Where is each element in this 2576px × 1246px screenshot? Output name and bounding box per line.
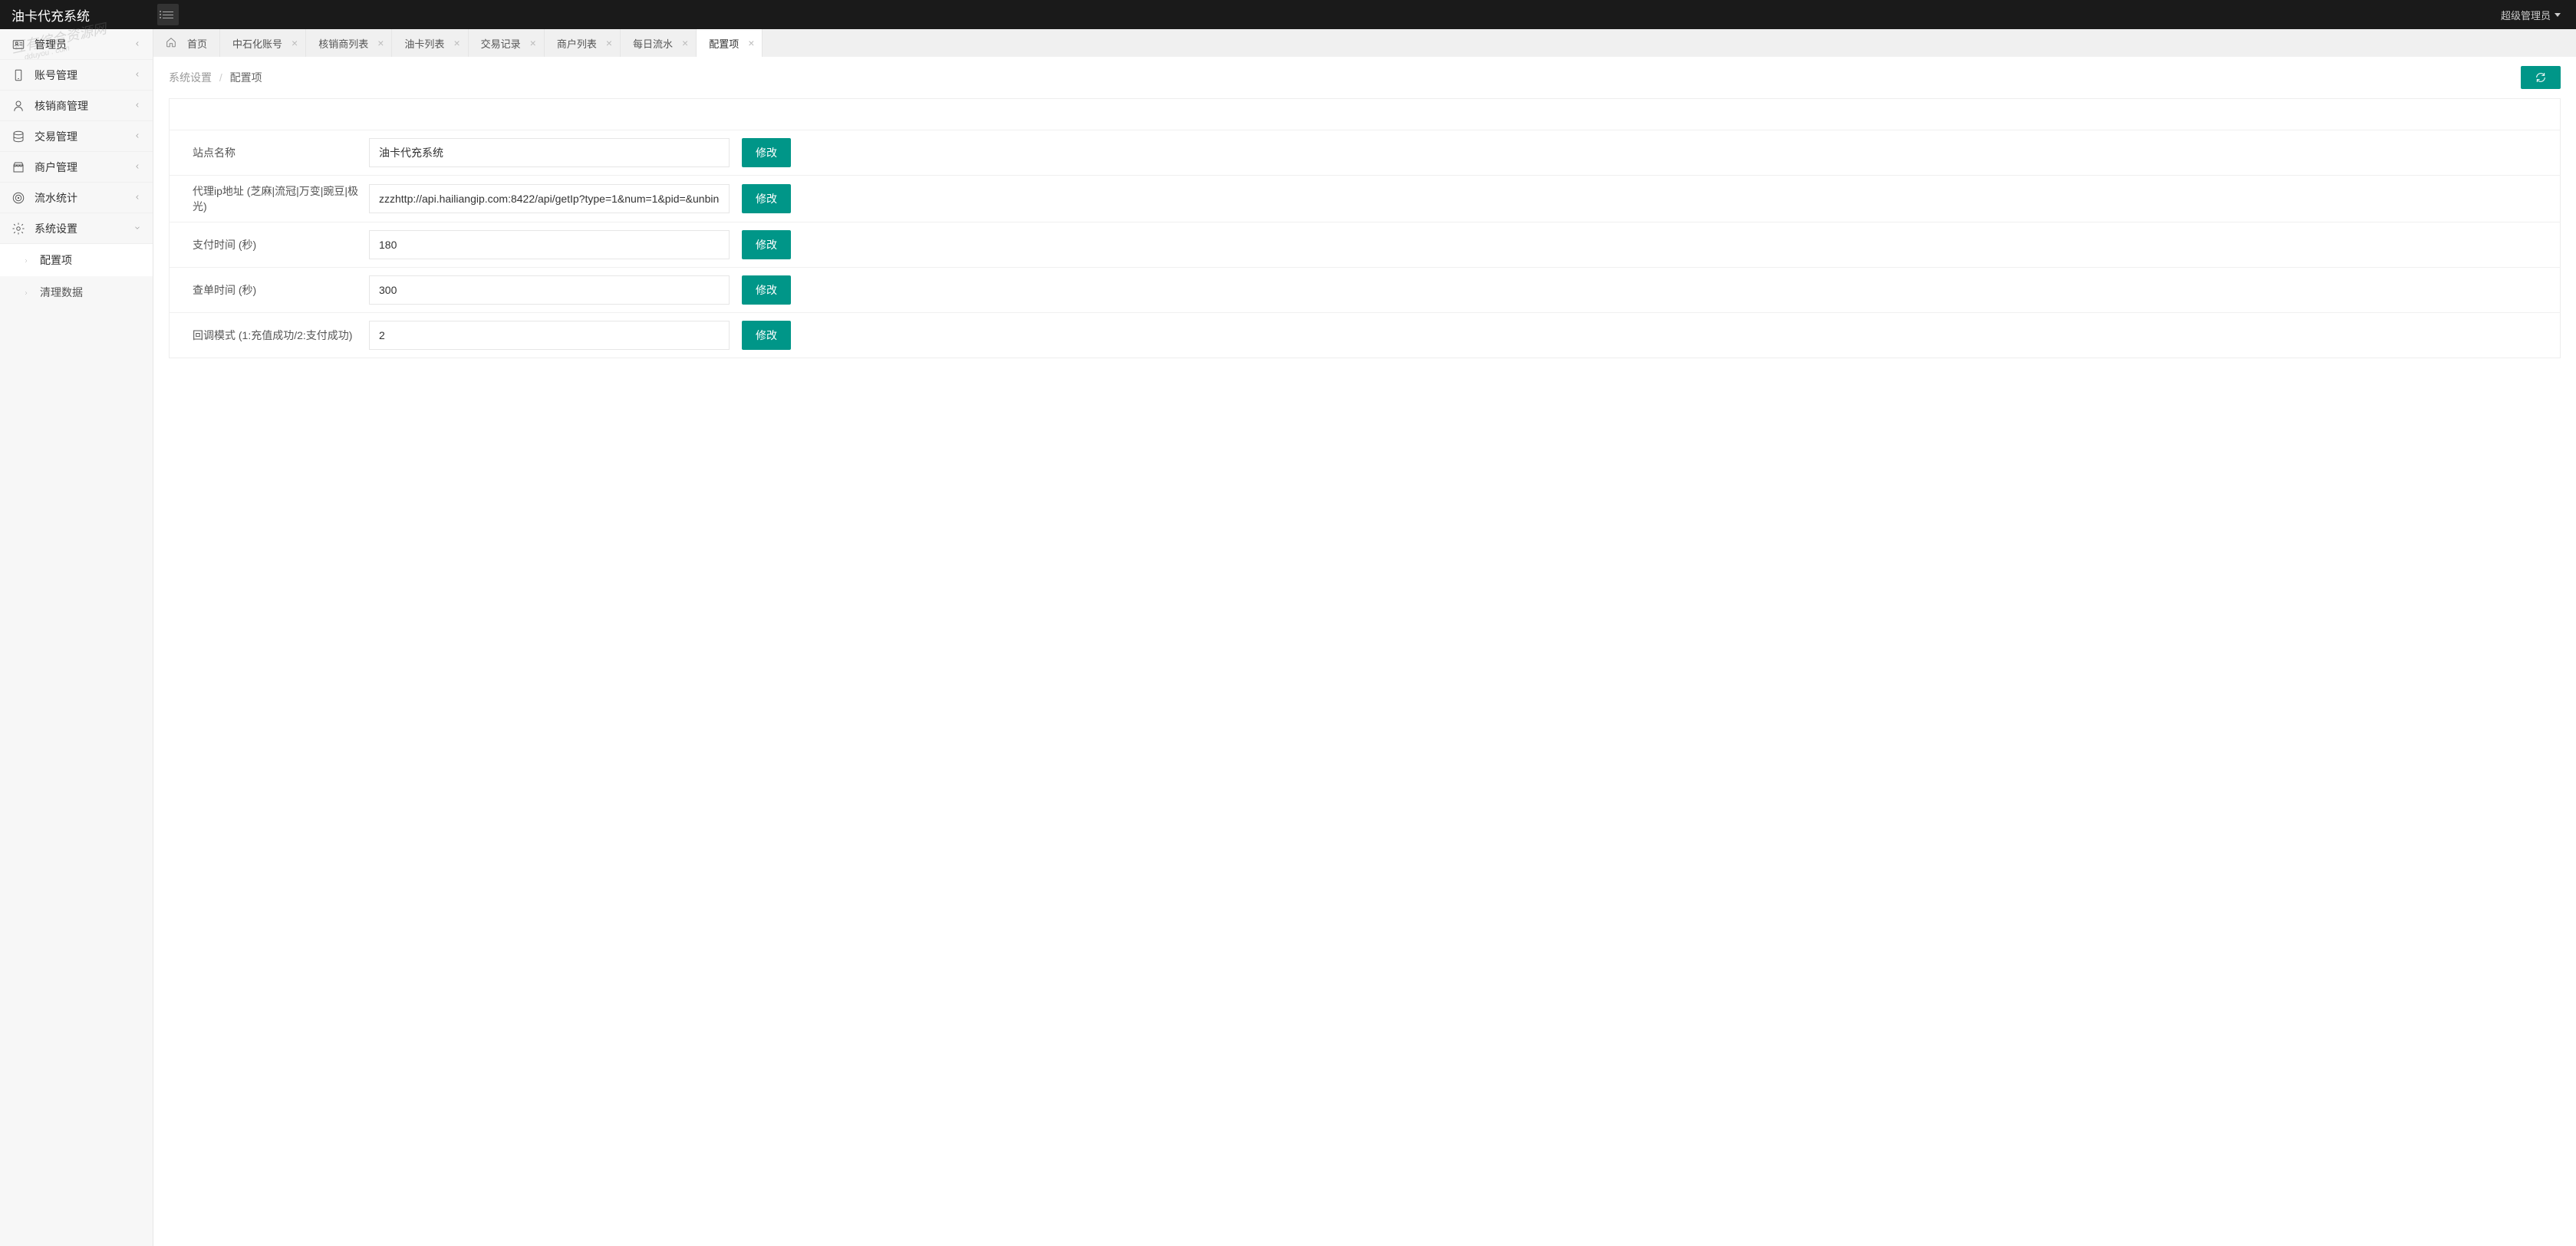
id-card-icon — [12, 38, 25, 51]
chevron-right-icon — [23, 254, 29, 266]
caret-down-icon — [2555, 13, 2561, 17]
chevron-icon — [133, 162, 141, 173]
sidebar-item-label: 管理员 — [35, 37, 133, 52]
chevron-icon — [133, 131, 141, 142]
form-row-1: 代理ip地址 (芝麻|流冠|万变|豌豆|极光) 修改 — [170, 175, 2560, 222]
menu-icon — [163, 12, 173, 18]
target-icon — [12, 191, 25, 205]
user-icon — [12, 99, 25, 113]
modify-button[interactable]: 修改 — [742, 275, 791, 305]
sidebar-item-label: 账号管理 — [35, 68, 133, 83]
sidebar-subitem-0[interactable]: 配置项 — [0, 244, 153, 276]
sidebar-item-label: 系统设置 — [35, 221, 133, 236]
modify-button[interactable]: 修改 — [742, 321, 791, 350]
user-label: 超级管理员 — [2501, 8, 2551, 22]
form-input-2[interactable] — [369, 230, 730, 259]
modify-button[interactable]: 修改 — [742, 184, 791, 213]
merchant-icon — [12, 160, 25, 174]
tab-4[interactable]: 交易记录 × — [469, 29, 545, 57]
form-input-0[interactable] — [369, 138, 730, 167]
gear-icon — [12, 222, 25, 236]
sidebar-item-5[interactable]: 流水统计 — [0, 183, 153, 213]
form-input-3[interactable] — [369, 275, 730, 305]
tab-close-button[interactable]: × — [376, 38, 385, 48]
breadcrumb-parent[interactable]: 系统设置 — [169, 71, 212, 84]
modify-button[interactable]: 修改 — [742, 230, 791, 259]
content: 系统设置 / 配置项 站点名称修改代理ip地址 (芝麻|流冠|万变|豌豆|极光)… — [153, 57, 2576, 1246]
sidebar-subitem-label: 配置项 — [40, 252, 72, 268]
refresh-icon — [2535, 71, 2547, 84]
tab-1[interactable]: 中石化账号 × — [220, 29, 306, 57]
chevron-right-icon — [23, 286, 29, 298]
chevron-icon — [133, 101, 141, 111]
modify-button[interactable]: 修改 — [742, 138, 791, 167]
tab-label: 核销商列表 — [318, 36, 368, 51]
chevron-icon — [133, 70, 141, 81]
form-label: 查单时间 (秒) — [170, 282, 369, 298]
form-row-2: 支付时间 (秒) 修改 — [170, 222, 2560, 267]
menu-toggle-button[interactable] — [157, 4, 179, 25]
form-input-4[interactable] — [369, 321, 730, 350]
form-label: 回调模式 (1:充值成功/2:支付成功) — [170, 328, 369, 343]
tab-close-button[interactable]: × — [290, 38, 299, 48]
tab-close-button[interactable]: × — [604, 38, 614, 48]
form-label: 站点名称 — [170, 145, 369, 160]
tab-label: 首页 — [187, 36, 207, 51]
form-panel: 站点名称修改代理ip地址 (芝麻|流冠|万变|豌豆|极光)修改支付时间 (秒)修… — [169, 98, 2561, 358]
tab-close-button[interactable]: × — [529, 38, 538, 48]
database-icon — [12, 130, 25, 143]
sidebar-item-label: 流水统计 — [35, 190, 133, 206]
container: 管理员账号管理核销商管理交易管理商户管理流水统计系统设置配置项清理数据 首页中石… — [0, 29, 2576, 1246]
sidebar-item-4[interactable]: 商户管理 — [0, 152, 153, 183]
breadcrumb-separator: / — [219, 71, 222, 84]
form-label: 代理ip地址 (芝麻|流冠|万变|豌豆|极光) — [170, 183, 369, 214]
form-row-0: 站点名称 修改 — [170, 130, 2560, 175]
chevron-icon — [133, 193, 141, 203]
sidebar-item-6[interactable]: 系统设置 — [0, 213, 153, 244]
sidebar: 管理员账号管理核销商管理交易管理商户管理流水统计系统设置配置项清理数据 — [0, 29, 153, 1246]
sidebar-item-0[interactable]: 管理员 — [0, 29, 153, 60]
tab-7[interactable]: 配置项 × — [697, 29, 763, 57]
app-title: 油卡代充系统 — [12, 5, 90, 25]
tab-close-button[interactable]: × — [680, 38, 690, 48]
chevron-icon — [133, 39, 141, 50]
tab-0[interactable]: 首页 — [153, 29, 220, 57]
tab-close-button[interactable]: × — [452, 38, 461, 48]
form-row-3: 查单时间 (秒) 修改 — [170, 267, 2560, 312]
sidebar-item-3[interactable]: 交易管理 — [0, 121, 153, 152]
tab-label: 配置项 — [709, 36, 739, 51]
form-label: 支付时间 (秒) — [170, 237, 369, 252]
phone-icon — [12, 68, 25, 82]
sidebar-subitem-label: 清理数据 — [40, 285, 83, 300]
tab-6[interactable]: 每日流水 × — [621, 29, 697, 57]
breadcrumb-bar: 系统设置 / 配置项 — [153, 57, 2576, 98]
tab-label: 交易记录 — [481, 36, 521, 51]
tab-close-button[interactable]: × — [746, 38, 756, 48]
sidebar-item-1[interactable]: 账号管理 — [0, 60, 153, 91]
home-icon — [166, 37, 180, 50]
form-input-1[interactable] — [369, 184, 730, 213]
tab-label: 商户列表 — [557, 36, 597, 51]
tab-label: 每日流水 — [633, 36, 673, 51]
tab-label: 中石化账号 — [232, 36, 282, 51]
sidebar-item-label: 商户管理 — [35, 160, 133, 175]
main: 首页 中石化账号 × 核销商列表 × 油卡列表 × 交易记录 × 商户列表 × 每日流水 × 配置项 × 系… — [153, 29, 2576, 1246]
breadcrumb-current: 配置项 — [230, 71, 262, 84]
sidebar-item-label: 核销商管理 — [35, 98, 133, 114]
user-menu[interactable]: 超级管理员 — [2501, 8, 2561, 22]
sidebar-item-2[interactable]: 核销商管理 — [0, 91, 153, 121]
refresh-button[interactable] — [2521, 66, 2561, 89]
form-row-4: 回调模式 (1:充值成功/2:支付成功) 修改 — [170, 312, 2560, 358]
header: 油卡代充系统 超级管理员 — [0, 0, 2576, 29]
tab-3[interactable]: 油卡列表 × — [392, 29, 468, 57]
tab-5[interactable]: 商户列表 × — [545, 29, 621, 57]
sidebar-subitem-1[interactable]: 清理数据 — [0, 276, 153, 308]
header-left: 油卡代充系统 — [12, 4, 179, 25]
tab-2[interactable]: 核销商列表 × — [306, 29, 392, 57]
chevron-icon — [133, 223, 141, 234]
tab-label: 油卡列表 — [404, 36, 444, 51]
breadcrumb: 系统设置 / 配置项 — [169, 70, 262, 85]
tabs: 首页 中石化账号 × 核销商列表 × 油卡列表 × 交易记录 × 商户列表 × 每日流水 × 配置项 × — [153, 29, 2576, 57]
sidebar-item-label: 交易管理 — [35, 129, 133, 144]
